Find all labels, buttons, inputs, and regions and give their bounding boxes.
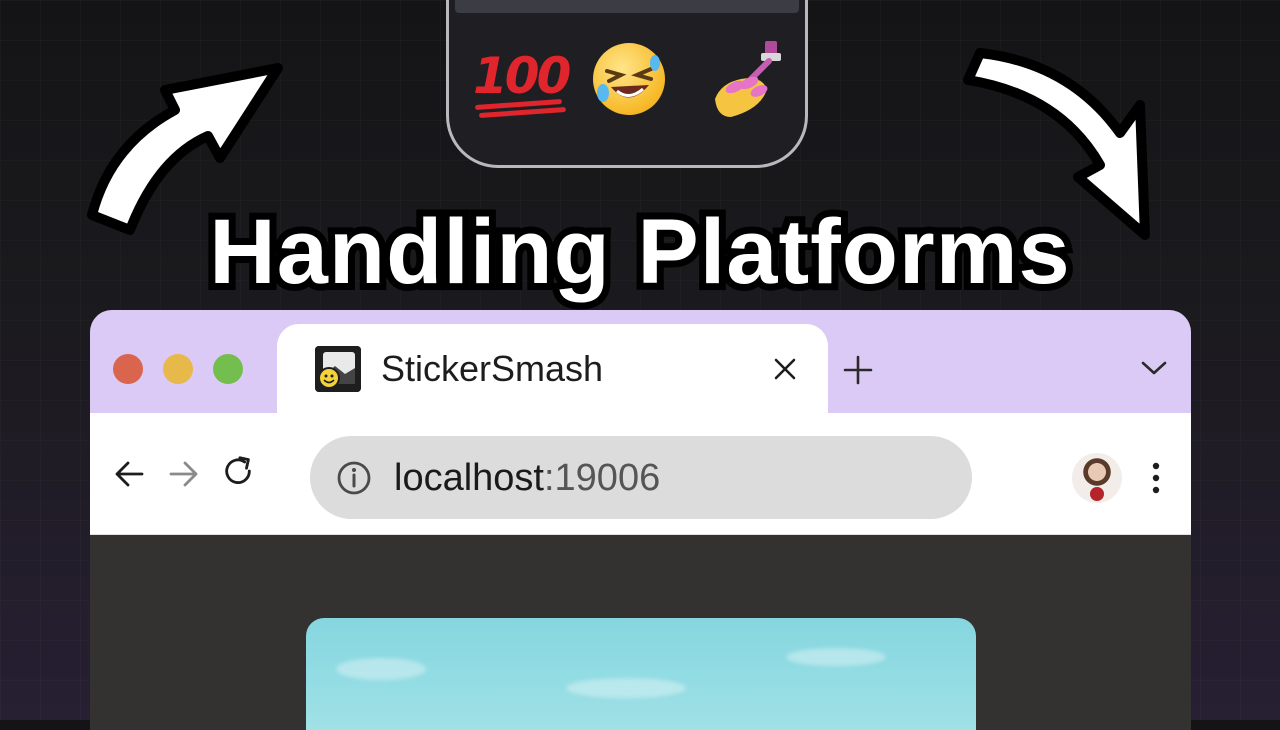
nail-polish-emoji <box>711 39 791 119</box>
hundred-points-emoji: 100 <box>473 51 571 119</box>
cloud-3 <box>786 648 886 666</box>
cloud-1 <box>336 658 426 680</box>
cloud-2 <box>566 678 686 698</box>
sky-photo-image <box>306 618 976 730</box>
window-minimize-button[interactable] <box>163 354 193 384</box>
window-close-button[interactable] <box>113 354 143 384</box>
hundred-points-text: 100 <box>473 47 571 105</box>
new-tab-plus-icon[interactable] <box>842 354 874 386</box>
tab-stickersmash[interactable]: StickerSmash <box>277 324 828 424</box>
nail-polish-icon <box>715 41 781 117</box>
phone-top-bar <box>455 0 799 13</box>
close-icon[interactable] <box>772 356 798 382</box>
page-content <box>90 535 1191 730</box>
chevron-down-icon[interactable] <box>1139 358 1169 378</box>
address-host: localhost <box>394 457 544 499</box>
kebab-menu-icon[interactable] <box>1151 461 1161 495</box>
tab-bar: StickerSmash <box>90 310 1191 424</box>
favicon-graphic <box>315 346 361 392</box>
profile-avatar[interactable] <box>1072 453 1122 503</box>
browser-window: StickerSmash localhost:19006 <box>90 310 1191 730</box>
rolling-laughing-emoji <box>593 43 665 115</box>
info-icon[interactable] <box>336 460 372 496</box>
headline-title: Handling Platforms <box>202 194 1076 310</box>
stickersmash-favicon-icon <box>315 346 361 392</box>
window-maximize-button[interactable] <box>213 354 243 384</box>
forward-arrow-icon[interactable] <box>167 457 201 491</box>
browser-toolbar: localhost:19006 <box>90 413 1191 535</box>
address-url: localhost:19006 <box>394 457 660 500</box>
address-port: :19006 <box>543 457 661 499</box>
laughing-face-icon <box>597 55 660 102</box>
avatar-detail <box>1090 487 1104 501</box>
reload-icon[interactable] <box>221 454 255 488</box>
tab-title: StickerSmash <box>381 348 604 389</box>
back-arrow-icon[interactable] <box>112 457 146 491</box>
phone-mockup: 100 <box>446 0 808 168</box>
address-bar[interactable]: localhost:19006 <box>310 436 972 519</box>
